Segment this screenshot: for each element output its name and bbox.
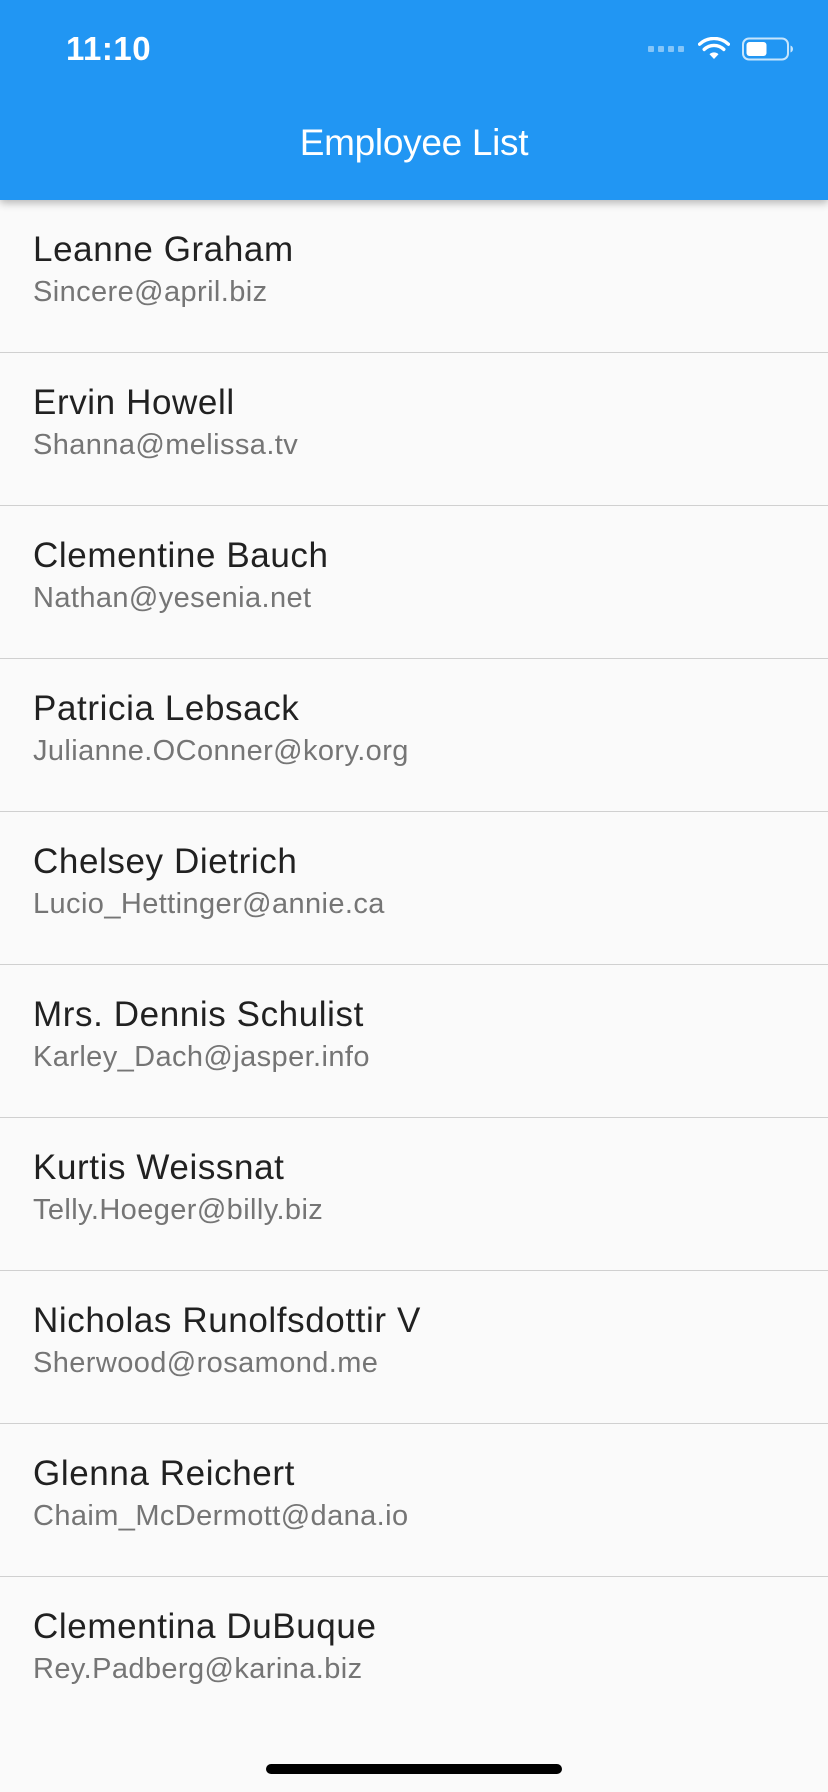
home-indicator[interactable] xyxy=(266,1764,562,1774)
employee-email: Shanna@melissa.tv xyxy=(33,429,299,461)
employee-email: Chaim_McDermott@dana.io xyxy=(33,1500,409,1532)
employee-list: Leanne Graham Sincere@april.biz Ervin Ho… xyxy=(0,200,828,1730)
employee-name: Leanne Graham xyxy=(33,230,294,269)
list-item[interactable]: Nicholas Runolfsdottir V Sherwood@rosamo… xyxy=(0,1271,828,1424)
cellular-signal-icon xyxy=(648,46,684,52)
employee-name: Clementine Bauch xyxy=(33,536,329,575)
status-time: 11:10 xyxy=(66,30,152,67)
employee-email: Julianne.OConner@kory.org xyxy=(33,735,409,767)
wifi-icon xyxy=(698,37,730,59)
employee-email: Rey.Padberg@karina.biz xyxy=(33,1653,363,1685)
employee-name: Kurtis Weissnat xyxy=(33,1148,285,1187)
list-item[interactable]: Chelsey Dietrich Lucio_Hettinger@annie.c… xyxy=(0,812,828,965)
employee-email: Lucio_Hettinger@annie.ca xyxy=(33,888,385,920)
employee-name: Ervin Howell xyxy=(33,383,235,422)
employee-name: Patricia Lebsack xyxy=(33,689,300,728)
employee-name: Glenna Reichert xyxy=(33,1454,295,1493)
list-item[interactable]: Glenna Reichert Chaim_McDermott@dana.io xyxy=(0,1424,828,1577)
status-icons xyxy=(648,36,794,62)
employee-name: Nicholas Runolfsdottir V xyxy=(33,1301,421,1340)
employee-email: Nathan@yesenia.net xyxy=(33,582,312,614)
employee-name: Chelsey Dietrich xyxy=(33,842,298,881)
list-item[interactable]: Leanne Graham Sincere@april.biz xyxy=(0,200,828,353)
employee-name: Mrs. Dennis Schulist xyxy=(33,995,364,1034)
employee-name: Clementina DuBuque xyxy=(33,1607,377,1646)
list-item[interactable]: Ervin Howell Shanna@melissa.tv xyxy=(0,353,828,506)
employee-email: Telly.Hoeger@billy.biz xyxy=(33,1194,324,1226)
employee-email: Karley_Dach@jasper.info xyxy=(33,1041,370,1073)
list-item[interactable]: Patricia Lebsack Julianne.OConner@kory.o… xyxy=(0,659,828,812)
employee-email: Sherwood@rosamond.me xyxy=(33,1347,379,1379)
list-item[interactable]: Kurtis Weissnat Telly.Hoeger@billy.biz xyxy=(0,1118,828,1271)
list-item[interactable]: Clementine Bauch Nathan@yesenia.net xyxy=(0,506,828,659)
battery-icon xyxy=(742,37,793,61)
app-bar: 11:10 Employee List xyxy=(0,0,828,200)
list-item[interactable]: Mrs. Dennis Schulist Karley_Dach@jasper.… xyxy=(0,965,828,1118)
employee-email: Sincere@april.biz xyxy=(33,276,268,308)
list-item[interactable]: Clementina DuBuque Rey.Padberg@karina.bi… xyxy=(0,1577,828,1730)
page-title: Employee List xyxy=(299,122,529,163)
